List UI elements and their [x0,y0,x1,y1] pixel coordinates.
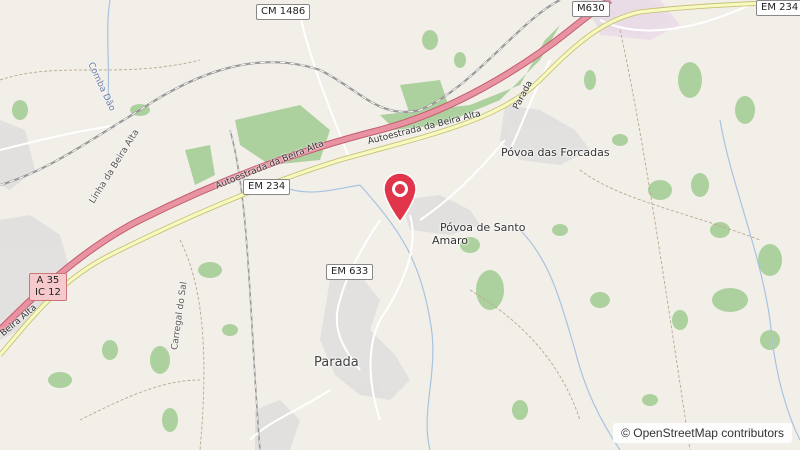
place-povoa-de-santo-amaro-line1: Póvoa de Santo [440,221,526,234]
map-canvas[interactable]: Póvoa das Forcadas Póvoa de Santo Amaro … [0,0,800,450]
place-povoa-de-santo-amaro-line2: Amaro [432,234,468,247]
road-shield-cm1486: CM 1486 [256,4,311,20]
place-povoa-das-forcadas: Póvoa das Forcadas [501,146,610,159]
road-shield-a35: A 35 [36,275,60,286]
map-base-layer [0,0,800,450]
place-parada: Parada [314,355,359,370]
road-shield-em234-west: EM 234 [243,179,291,195]
map-attribution[interactable]: © OpenStreetMap contributors [613,423,792,443]
road-shield-em633: EM 633 [326,264,374,280]
road-shield-m630: M630 [572,1,610,17]
road-shield-a35-ic12: A 35 IC 12 [29,273,67,301]
road-shield-ic12: IC 12 [35,287,61,298]
location-pin-icon[interactable] [383,172,417,224]
road-shield-em234-east: EM 234 [756,0,800,16]
